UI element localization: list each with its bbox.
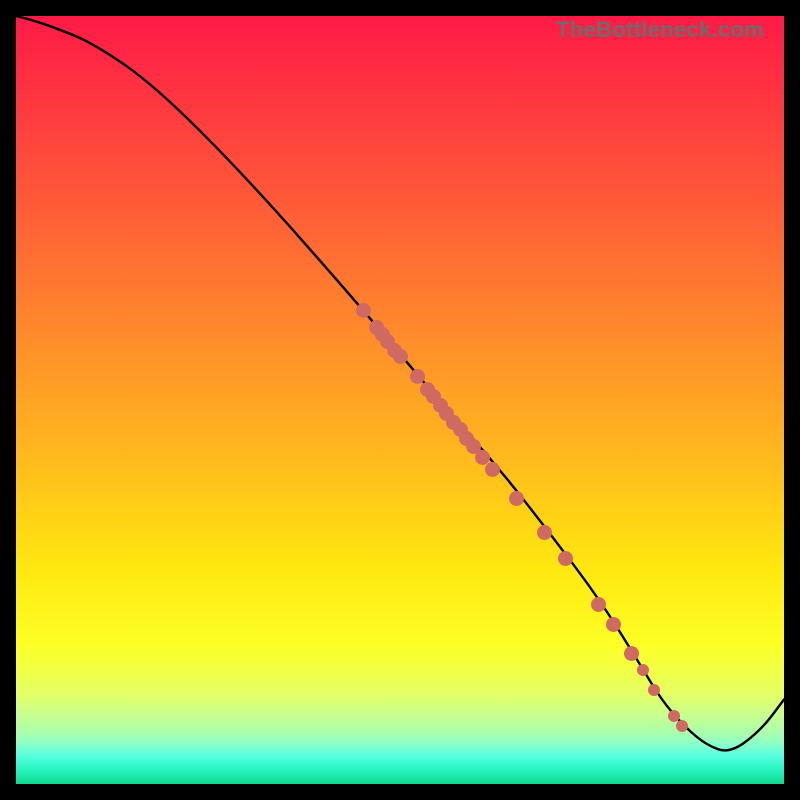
data-point	[676, 720, 688, 732]
curve-layer	[16, 16, 784, 784]
bottleneck-curve	[16, 16, 784, 750]
data-point	[537, 525, 552, 540]
watermark-text: TheBottleneck.com	[556, 17, 764, 43]
plot-area: TheBottleneck.com	[16, 16, 784, 784]
data-point	[606, 617, 621, 632]
chart-frame: TheBottleneck.com	[0, 0, 800, 800]
data-point	[637, 664, 649, 676]
data-point	[509, 491, 524, 506]
